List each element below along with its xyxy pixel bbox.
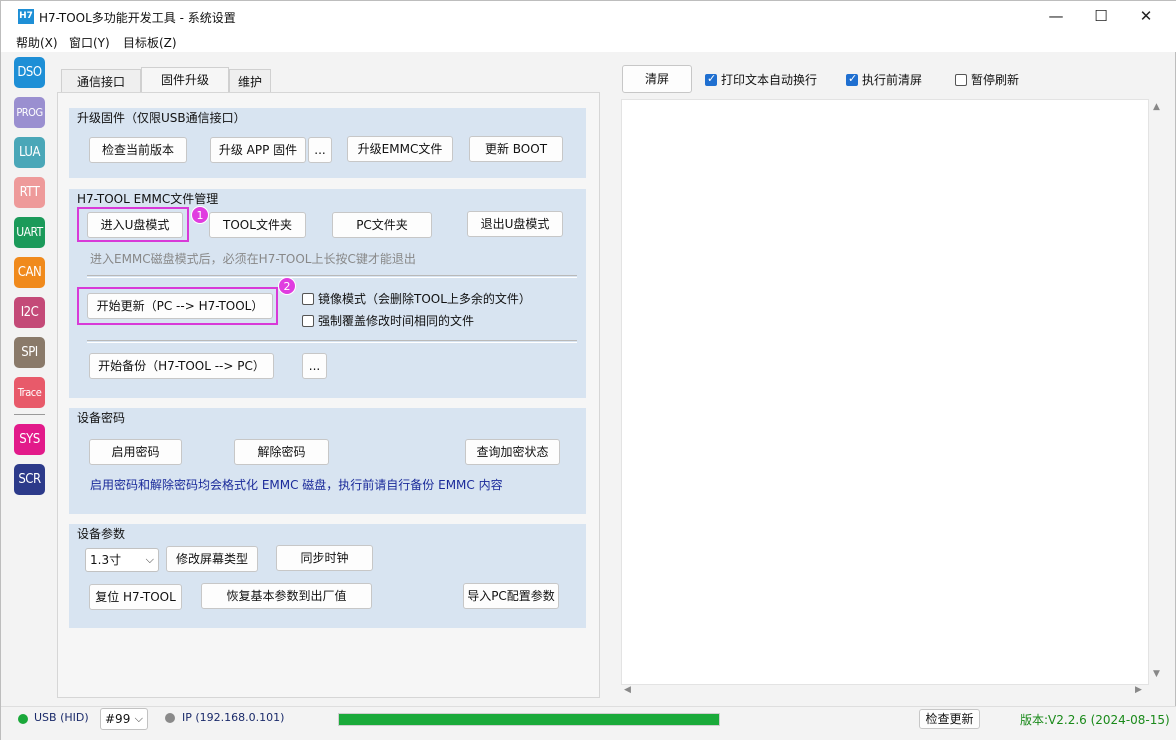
tool-i2c-button[interactable]: I2C: [14, 297, 45, 328]
exit-udisk-button[interactable]: 退出U盘模式: [467, 211, 563, 237]
chevron-down-icon: ⌵: [134, 712, 143, 725]
tab-comm-interface[interactable]: 通信接口: [61, 69, 141, 93]
tool-trace-button[interactable]: Trace: [14, 377, 45, 408]
sync-clock-button[interactable]: 同步时钟: [276, 545, 373, 571]
query-encryption-button[interactable]: 查询加密状态: [465, 439, 560, 465]
title-bar: H7 H7-TOOL多功能开发工具 - 系统设置 — ☐ ✕: [1, 1, 1176, 32]
menu-bar: 帮助(X) 窗口(Y) 目标板(Z): [1, 32, 1176, 52]
app-window: H7 H7-TOOL多功能开发工具 - 系统设置 — ☐ ✕ 帮助(X) 窗口(…: [0, 0, 1176, 740]
device-params-group: 设备参数 1.3寸 ⌵ 修改屏幕类型 同步时钟 复位 H7-TOOL 恢复基本参…: [69, 524, 586, 628]
mirror-mode-checkbox[interactable]: 镜像模式（会删除TOOL上多余的文件）: [302, 290, 531, 307]
force-overwrite-label: 强制覆盖修改时间相同的文件: [318, 314, 475, 328]
ip-status-text: IP (192.168.0.101): [182, 711, 285, 724]
version-text: 版本:V2.2.6 (2024-08-15): [1020, 713, 1170, 727]
auto-wrap-label: 打印文本自动换行: [721, 73, 818, 87]
scroll-right-icon[interactable]: ▶: [1135, 685, 1142, 695]
ip-status-icon: [165, 713, 175, 723]
group-title-upgrade: 升级固件（仅限USB通信接口）: [77, 111, 246, 125]
menu-help[interactable]: 帮助(X): [16, 34, 58, 51]
device-select[interactable]: #99 ⌵: [100, 708, 148, 730]
tab-firmware-upgrade[interactable]: 固件升级: [141, 67, 229, 93]
clear-before-box[interactable]: [846, 72, 858, 86]
enable-password-button[interactable]: 启用密码: [89, 439, 182, 465]
clear-before-label: 执行前清屏: [862, 73, 923, 87]
tool-divider: [14, 414, 45, 415]
minimize-button[interactable]: —: [1033, 1, 1079, 32]
group-title-emmc: H7-TOOL EMMC文件管理: [77, 192, 219, 206]
emmc-divider-2: [87, 340, 577, 343]
pc-folder-button[interactable]: PC文件夹: [332, 212, 432, 238]
upgrade-app-button[interactable]: 升级 APP 固件: [210, 137, 306, 163]
group-title-password: 设备密码: [77, 411, 126, 425]
scroll-down-icon[interactable]: ▼: [1153, 669, 1160, 679]
tool-sys-button[interactable]: SYS: [14, 424, 45, 455]
reset-tool-button[interactable]: 复位 H7-TOOL: [89, 584, 182, 610]
select-app-file-button[interactable]: ...: [308, 137, 332, 163]
screen-size-select[interactable]: 1.3寸 ⌵: [85, 548, 159, 572]
clear-before-checkbox[interactable]: 执行前清屏: [846, 71, 922, 88]
check-update-button[interactable]: 检查更新: [919, 709, 980, 729]
mirror-mode-box[interactable]: [302, 292, 314, 305]
tool-lua-button[interactable]: LUA: [14, 137, 45, 168]
check-version-button[interactable]: 检查当前版本: [89, 137, 187, 163]
menu-target-board[interactable]: 目标板(Z): [123, 34, 177, 51]
scroll-up-icon[interactable]: ▲: [1153, 102, 1160, 112]
upgrade-firmware-group: 升级固件（仅限USB通信接口） 检查当前版本 升级 APP 固件 ... 升级E…: [69, 108, 586, 178]
udisk-exit-hint: 进入EMMC磁盘模式后，必须在H7-TOOL上长按C键才能退出: [90, 252, 416, 266]
device-password-group: 设备密码 启用密码 解除密码 查询加密状态 启用密码和解除密码均会格式化 EMM…: [69, 408, 586, 514]
emmc-divider-1: [87, 275, 577, 278]
disable-password-button[interactable]: 解除密码: [234, 439, 329, 465]
usb-status-text: USB (HID): [34, 711, 89, 724]
status-bar: USB (HID) #99 ⌵ IP (192.168.0.101) 检查更新 …: [1, 706, 1176, 740]
maximize-button[interactable]: ☐: [1078, 1, 1124, 32]
log-horizontal-scrollbar[interactable]: ◀ ▶: [621, 685, 1149, 699]
screen-size-value: 1.3寸: [90, 553, 122, 567]
tool-spi-button[interactable]: SPI: [14, 337, 45, 368]
chevron-down-icon: ⌵: [145, 553, 154, 566]
step-badge-2: 2: [278, 277, 296, 295]
pause-refresh-checkbox[interactable]: 暂停刷新: [955, 71, 1019, 88]
pause-refresh-box[interactable]: [955, 73, 967, 86]
update-boot-button[interactable]: 更新 BOOT: [469, 136, 563, 162]
tool-sidebar: DSO PROG LUA RTT UART CAN I2C SPI Trace …: [9, 53, 49, 703]
device-select-value: #99: [105, 712, 131, 726]
log-vertical-scrollbar[interactable]: ▲ ▼: [1150, 99, 1168, 685]
log-output-area[interactable]: [621, 99, 1149, 685]
force-overwrite-checkbox[interactable]: 强制覆盖修改时间相同的文件: [302, 312, 474, 329]
tool-dso-button[interactable]: DSO: [14, 57, 45, 88]
tool-scr-button[interactable]: SCR: [14, 464, 45, 495]
auto-wrap-box[interactable]: [705, 72, 717, 86]
tool-can-button[interactable]: CAN: [14, 257, 45, 288]
close-button[interactable]: ✕: [1123, 1, 1169, 32]
tab-maintenance[interactable]: 维护: [229, 69, 271, 93]
force-overwrite-box[interactable]: [302, 314, 314, 327]
pause-refresh-label: 暂停刷新: [971, 73, 1020, 87]
tool-prog-button[interactable]: PROG: [14, 97, 45, 128]
upgrade-emmc-button[interactable]: 升级EMMC文件: [347, 136, 453, 162]
window-title: H7-TOOL多功能开发工具 - 系统设置: [39, 11, 236, 25]
scroll-left-icon[interactable]: ◀: [624, 685, 631, 695]
restore-defaults-button[interactable]: 恢复基本参数到出厂值: [201, 583, 372, 609]
mirror-mode-label: 镜像模式（会删除TOOL上多余的文件）: [318, 292, 531, 306]
step-badge-1: 1: [191, 206, 209, 224]
tool-uart-button[interactable]: UART: [14, 217, 45, 248]
highlight-box-1: [77, 207, 189, 242]
highlight-box-2: [77, 287, 278, 325]
progress-bar: [338, 713, 720, 726]
modify-screen-type-button[interactable]: 修改屏幕类型: [166, 546, 258, 572]
usb-status-icon: [18, 714, 28, 724]
password-format-note: 启用密码和解除密码均会格式化 EMMC 磁盘，执行前请自行备份 EMMC 内容: [90, 478, 503, 492]
menu-window[interactable]: 窗口(Y): [69, 34, 110, 51]
app-logo-icon: H7: [18, 9, 34, 24]
group-title-params: 设备参数: [77, 527, 126, 541]
import-pc-config-button[interactable]: 导入PC配置参数: [463, 583, 559, 609]
progress-fill: [339, 714, 719, 725]
tool-folder-button[interactable]: TOOL文件夹: [209, 212, 306, 238]
select-backup-path-button[interactable]: ...: [302, 353, 327, 379]
auto-wrap-checkbox[interactable]: 打印文本自动换行: [705, 71, 817, 88]
clear-screen-button[interactable]: 清屏: [622, 65, 692, 93]
tool-rtt-button[interactable]: RTT: [14, 177, 45, 208]
start-backup-button[interactable]: 开始备份（H7-TOOL --> PC）: [89, 353, 274, 379]
